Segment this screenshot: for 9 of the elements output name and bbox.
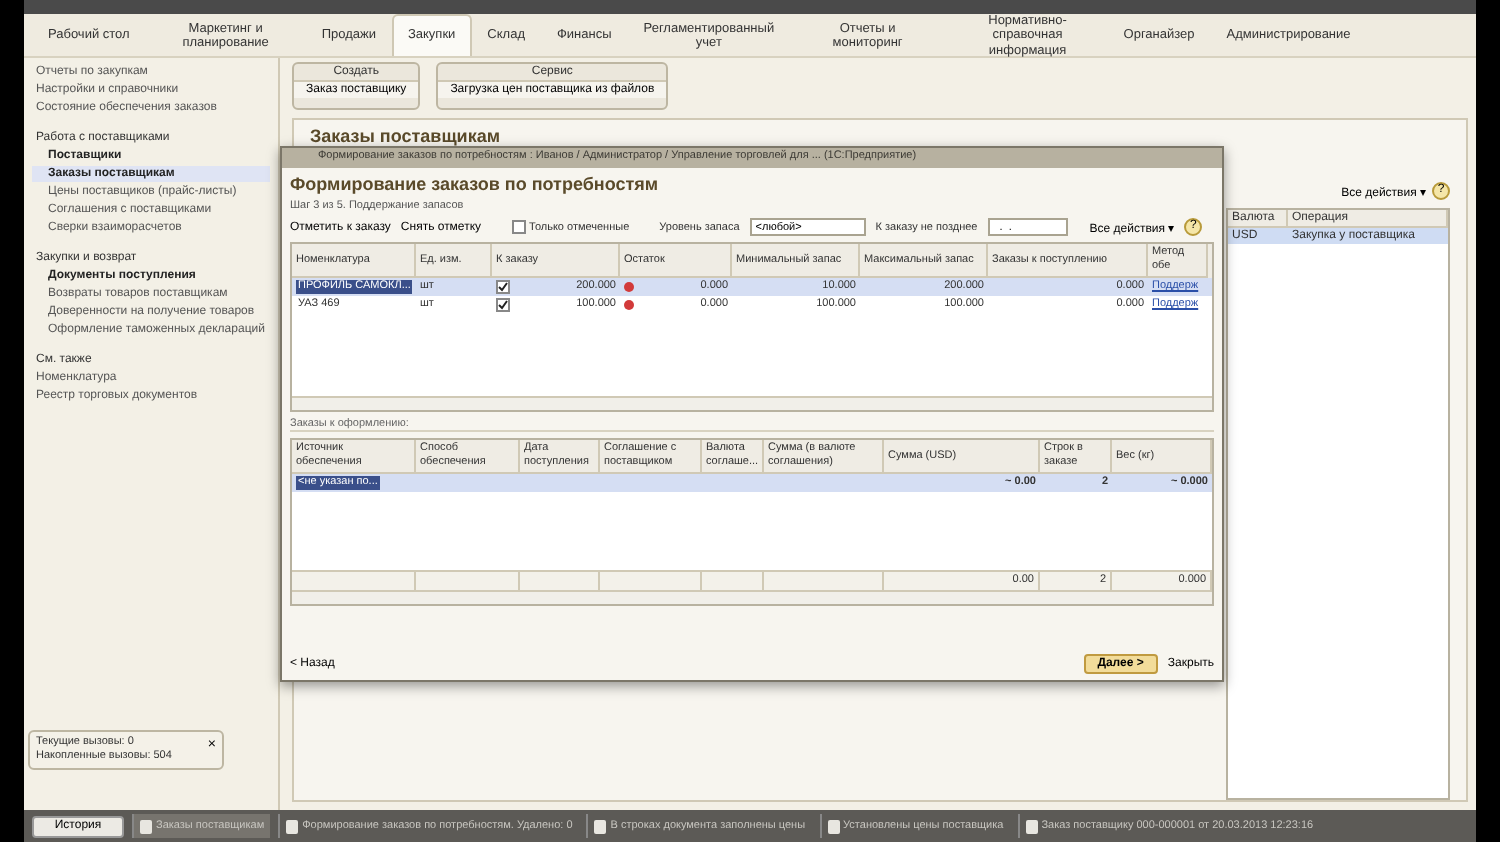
status-dot-icon bbox=[624, 282, 634, 292]
horizontal-scrollbar[interactable] bbox=[292, 590, 1212, 604]
checkbox[interactable] bbox=[496, 280, 510, 294]
dialog-heading: Формирование заказов по потребностям bbox=[290, 174, 661, 194]
page-title: Заказы поставщикам bbox=[310, 126, 502, 146]
checkbox[interactable] bbox=[496, 298, 510, 312]
status-dot-icon bbox=[624, 300, 634, 310]
checkbox[interactable] bbox=[511, 220, 526, 234]
horizontal-scrollbar[interactable] bbox=[292, 396, 1212, 410]
